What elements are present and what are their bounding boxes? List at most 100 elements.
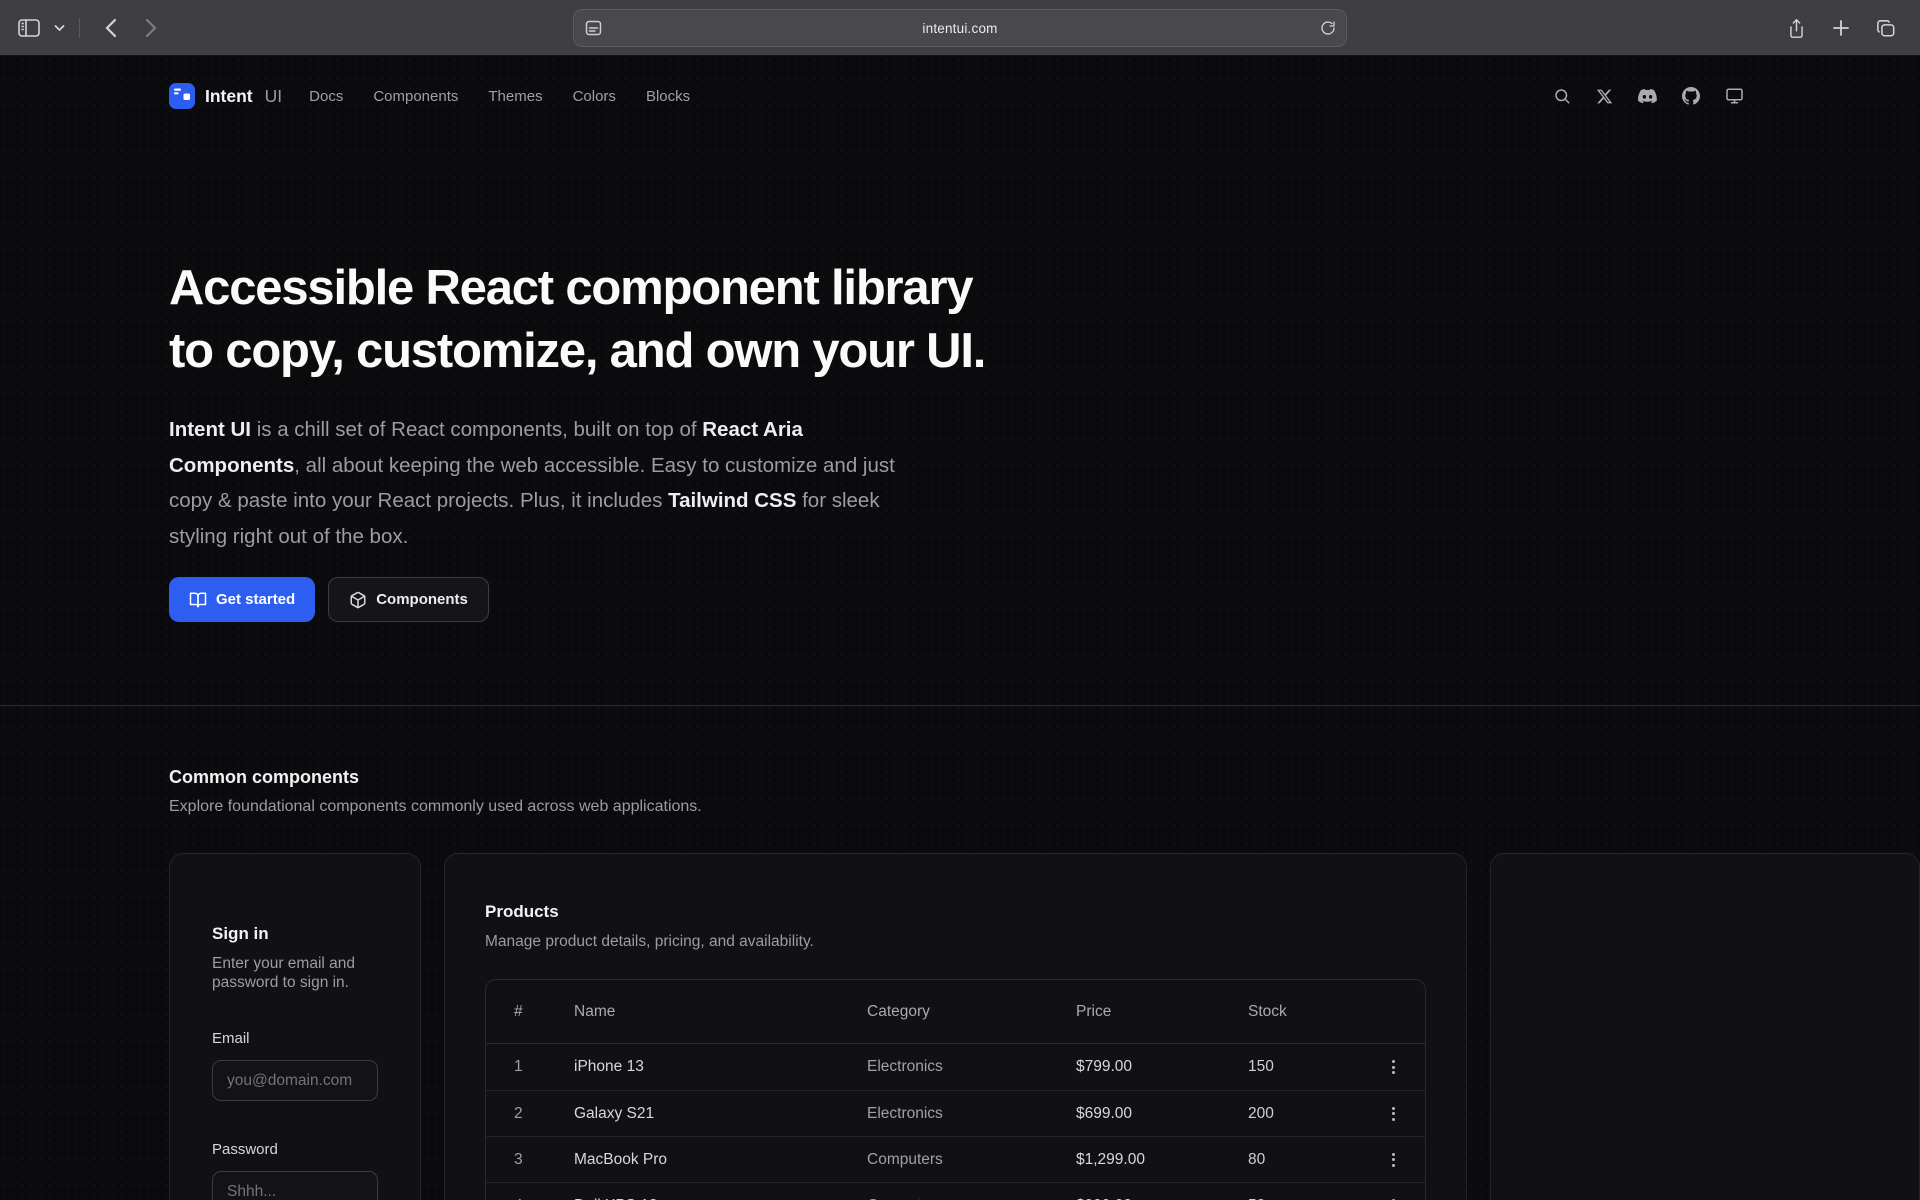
row-actions-menu-button[interactable] bbox=[1388, 1103, 1399, 1125]
cell-name: iPhone 13 bbox=[574, 1058, 867, 1076]
email-label: Email bbox=[212, 1030, 378, 1047]
column-header-price: Price bbox=[1076, 1003, 1248, 1021]
cell-name: Galaxy S21 bbox=[574, 1105, 867, 1123]
sidebar-menu-button[interactable] bbox=[54, 24, 65, 32]
cell-cat: Electronics bbox=[867, 1058, 1076, 1076]
cell-stock: 150 bbox=[1248, 1058, 1388, 1076]
next-component-card bbox=[1490, 853, 1920, 1200]
table-body: 1iPhone 13Electronics$799.001502Galaxy S… bbox=[486, 1044, 1425, 1200]
hero-actions: Get started Components bbox=[169, 577, 1089, 622]
github-link[interactable] bbox=[1682, 87, 1700, 105]
cell-num: 1 bbox=[514, 1058, 574, 1076]
components-button[interactable]: Components bbox=[328, 577, 489, 622]
sidebar-icon bbox=[18, 19, 40, 37]
cell-num: 2 bbox=[514, 1105, 574, 1123]
nav-link-colors[interactable]: Colors bbox=[573, 88, 616, 105]
chevron-down-icon bbox=[54, 24, 65, 32]
section-divider bbox=[0, 705, 1920, 706]
back-button[interactable] bbox=[104, 18, 117, 38]
reload-icon bbox=[1320, 20, 1336, 36]
share-button[interactable] bbox=[1787, 18, 1806, 39]
browser-toolbar: intentui.com bbox=[0, 0, 1920, 56]
common-components-section: Common components Explore foundational c… bbox=[169, 766, 1920, 1200]
webpage: Intent UI Docs Components Themes Colors Block… bbox=[0, 56, 1920, 1200]
brand-suffix: UI bbox=[265, 86, 283, 107]
nav-icon-group bbox=[1553, 87, 1744, 105]
cell-stock: 200 bbox=[1248, 1105, 1388, 1123]
nav-link-docs[interactable]: Docs bbox=[309, 88, 343, 105]
cell-price: $699.00 bbox=[1076, 1105, 1248, 1123]
sidebar-toggle-button[interactable] bbox=[18, 19, 40, 37]
url-text: intentui.com bbox=[922, 21, 997, 36]
cell-num: 4 bbox=[514, 1197, 574, 1200]
intro-segment: is a chill set of React components, buil… bbox=[251, 418, 702, 441]
reader-icon bbox=[585, 20, 602, 36]
component-cards-row: Sign in Enter your email and password to… bbox=[169, 853, 1920, 1200]
new-tab-button[interactable] bbox=[1832, 19, 1850, 37]
discord-icon bbox=[1638, 89, 1657, 104]
hero-title: Accessible React component library to co… bbox=[169, 257, 1089, 383]
site-header: Intent UI Docs Components Themes Colors Block… bbox=[169, 74, 1744, 118]
column-header-stock: Stock bbox=[1248, 1003, 1388, 1021]
brand-home-link[interactable]: Intent UI bbox=[169, 83, 282, 109]
signin-description: Enter your email and password to sign in… bbox=[212, 954, 378, 992]
share-icon bbox=[1787, 18, 1806, 39]
email-field[interactable] bbox=[212, 1060, 378, 1101]
column-header-name: Name bbox=[574, 1003, 867, 1021]
cell-num: 3 bbox=[514, 1151, 574, 1169]
tab-overview-button[interactable] bbox=[1876, 19, 1896, 38]
reader-button[interactable] bbox=[585, 20, 602, 41]
new-tab-icon bbox=[1832, 19, 1850, 37]
cell-cat: Electronics bbox=[867, 1105, 1076, 1123]
intro-segment: Intent UI bbox=[169, 418, 251, 441]
toolbar-separator bbox=[79, 18, 80, 38]
row-actions-menu-button[interactable] bbox=[1388, 1195, 1399, 1200]
section-title: Common components bbox=[169, 766, 1920, 788]
brand-name: Intent bbox=[205, 86, 253, 107]
cell-price: $1,299.00 bbox=[1076, 1151, 1248, 1169]
intro-segment: Tailwind CSS bbox=[668, 489, 796, 512]
column-header-num: # bbox=[514, 1003, 574, 1021]
nav-links: Docs Components Themes Colors Blocks bbox=[309, 88, 690, 105]
reload-button[interactable] bbox=[1320, 20, 1336, 41]
signin-title: Sign in bbox=[212, 924, 378, 944]
search-button[interactable] bbox=[1553, 87, 1571, 105]
nav-link-themes[interactable]: Themes bbox=[488, 88, 542, 105]
table-row[interactable]: 2Galaxy S21Electronics$699.00200 bbox=[486, 1090, 1425, 1136]
password-field[interactable] bbox=[212, 1171, 378, 1200]
table-row[interactable]: 4Dell XPS 13Computers$999.0050 bbox=[486, 1182, 1425, 1200]
theme-toggle-button[interactable] bbox=[1725, 87, 1744, 105]
github-icon bbox=[1682, 87, 1700, 105]
cell-price: $999.00 bbox=[1076, 1197, 1248, 1200]
cell-price: $799.00 bbox=[1076, 1058, 1248, 1076]
products-title: Products bbox=[485, 902, 1426, 922]
signin-card: Sign in Enter your email and password to… bbox=[169, 853, 421, 1200]
tab-overview-icon bbox=[1876, 19, 1896, 38]
package-icon bbox=[349, 591, 367, 609]
x-twitter-icon bbox=[1596, 88, 1613, 105]
products-description: Manage product details, pricing, and ava… bbox=[485, 932, 1426, 951]
forward-button[interactable] bbox=[145, 18, 158, 38]
get-started-button[interactable]: Get started bbox=[169, 577, 315, 622]
row-actions-menu-button[interactable] bbox=[1388, 1056, 1399, 1078]
hero-section: Accessible React component library to co… bbox=[169, 257, 1089, 622]
table-row[interactable]: 1iPhone 13Electronics$799.00150 bbox=[486, 1044, 1425, 1090]
table-row[interactable]: 3MacBook ProComputers$1,299.0080 bbox=[486, 1136, 1425, 1182]
cell-name: Dell XPS 13 bbox=[574, 1197, 867, 1200]
cell-cat: Computers bbox=[867, 1197, 1076, 1200]
row-actions-menu-button[interactable] bbox=[1388, 1149, 1399, 1171]
intent-ui-logo-icon bbox=[169, 83, 195, 109]
forward-icon bbox=[145, 18, 158, 38]
back-icon bbox=[104, 18, 117, 38]
table-header-row: #NameCategoryPriceStock bbox=[486, 980, 1425, 1044]
nav-link-blocks[interactable]: Blocks bbox=[646, 88, 690, 105]
address-bar[interactable]: intentui.com bbox=[573, 9, 1347, 47]
search-icon bbox=[1553, 87, 1571, 105]
discord-link[interactable] bbox=[1638, 89, 1657, 104]
column-header-category: Category bbox=[867, 1003, 1076, 1021]
nav-link-components[interactable]: Components bbox=[373, 88, 458, 105]
book-open-icon bbox=[189, 591, 207, 609]
section-subtitle: Explore foundational components commonly… bbox=[169, 797, 1920, 817]
cell-cat: Computers bbox=[867, 1151, 1076, 1169]
x-twitter-link[interactable] bbox=[1596, 88, 1613, 105]
